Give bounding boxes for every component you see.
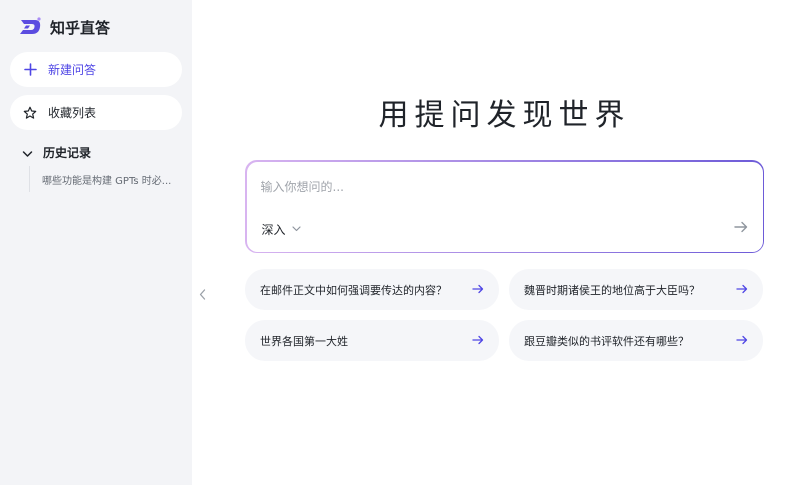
suggestion-card[interactable]: 在邮件正文中如何强调要传达的内容？: [245, 269, 499, 310]
zhida-logo-icon: [20, 17, 41, 34]
new-chat-button[interactable]: 新建问答: [10, 52, 182, 87]
history-divider: [29, 166, 30, 192]
history-item[interactable]: 哪些功能是构建 GPTs 时必...: [42, 172, 182, 187]
arrow-right-icon: [471, 282, 485, 296]
suggestion-text: 世界各国第一大姓: [260, 334, 348, 348]
star-icon: [22, 105, 38, 121]
plus-icon: [22, 62, 38, 78]
suggestion-text: 在邮件正文中如何强调要传达的内容？: [260, 283, 447, 297]
suggestion-card[interactable]: 魏晋时期诸侯王的地位高于大臣吗？: [509, 269, 763, 310]
favorites-button[interactable]: 收藏列表: [10, 95, 182, 130]
question-input-box: 深入: [245, 160, 764, 253]
send-button[interactable]: [733, 220, 749, 236]
arrow-right-icon: [735, 333, 749, 347]
history-label: 历史记录: [43, 146, 92, 160]
arrow-right-icon: [733, 218, 748, 237]
arrow-right-icon: [471, 333, 485, 347]
question-input-inner: 深入: [246, 161, 763, 252]
suggestion-card[interactable]: 世界各国第一大姓: [245, 320, 499, 361]
app-logo[interactable]: 知乎直答: [18, 16, 110, 38]
page-title: 用提问发现世界: [378, 98, 631, 133]
favorites-label: 收藏列表: [48, 106, 97, 120]
question-input[interactable]: [260, 177, 741, 196]
history-toggle[interactable]: 历史记录: [22, 143, 91, 162]
suggestion-card[interactable]: 跟豆瓣类似的书评软件还有哪些？: [509, 320, 763, 361]
app-name: 知乎直答: [50, 18, 111, 37]
sidebar: 知乎直答 新建问答 收藏列表 历史记录 哪些功能是构建 GPTs 时必...: [0, 0, 192, 485]
chevron-down-icon: [22, 143, 33, 162]
chevron-down-icon: [291, 226, 301, 232]
depth-mode-dropdown[interactable]: 深入: [262, 221, 301, 238]
arrow-right-icon: [735, 282, 749, 296]
new-chat-label: 新建问答: [48, 63, 97, 77]
collapse-sidebar-button[interactable]: [196, 286, 208, 302]
suggestion-text: 跟豆瓣类似的书评软件还有哪些？: [524, 334, 689, 348]
suggestion-text: 魏晋时期诸侯王的地位高于大臣吗？: [524, 283, 700, 297]
depth-mode-label: 深入: [261, 222, 286, 237]
chevron-left-icon: [199, 285, 206, 304]
